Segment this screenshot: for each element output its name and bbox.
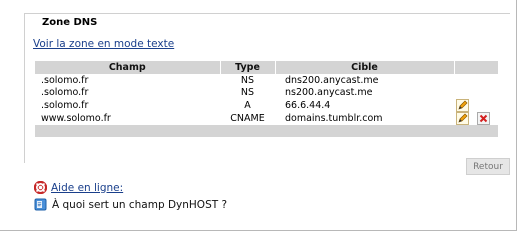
cell-type: NS (240, 87, 255, 99)
cell-champ: .solomo.fr (41, 74, 89, 86)
header-cible: Cible (275, 61, 455, 74)
dns-records-table: Champ Type Cible .solomo.fr NS dns200.an… (35, 61, 499, 137)
table-row: .solomo.fr A 66.6.44.4 (35, 99, 498, 112)
cell-type: NS (240, 74, 255, 86)
table-footer-row (35, 125, 498, 137)
pencil-icon[interactable] (456, 112, 469, 125)
info-book-icon (34, 198, 47, 211)
cell-actions (454, 87, 498, 100)
panel-title: Zone DNS (38, 17, 102, 28)
lifebuoy-icon (33, 180, 48, 195)
help-section: Aide en ligne: À quoi sert un champ DynH… (33, 179, 227, 213)
panel-left-border (24, 14, 25, 163)
frame-right-border (516, 0, 517, 230)
table-row: www.solomo.fr CNAME domains.tumblr.com (35, 112, 498, 125)
pencil-icon[interactable] (456, 99, 469, 112)
help-row-dynhost: À quoi sert un champ DynHOST ? (34, 196, 227, 213)
table-footer (35, 125, 498, 137)
retour-button[interactable]: Retour (466, 158, 510, 175)
delete-icon[interactable] (477, 112, 491, 125)
frame-bottom-border (0, 230, 517, 231)
cell-type: A (244, 100, 251, 111)
cell-champ: .solomo.fr (41, 87, 89, 99)
header-actions (454, 61, 499, 74)
cell-actions (454, 99, 498, 112)
cell-champ: .solomo.fr (41, 100, 89, 111)
help-row-aide: Aide en ligne: (33, 179, 227, 196)
cell-champ: www.solomo.fr (41, 113, 111, 124)
table-header-row: Champ Type Cible (35, 61, 499, 74)
cell-actions (454, 112, 498, 125)
cell-type: CNAME (230, 113, 265, 124)
cell-cible: dns200.anycast.me (285, 74, 379, 86)
table-row: .solomo.fr NS dns200.anycast.me (35, 74, 498, 87)
cell-cible: ns200.anycast.me (285, 87, 373, 99)
dynhost-question[interactable]: À quoi sert un champ DynHOST ? (52, 199, 227, 211)
cell-cible: 66.6.44.4 (285, 100, 331, 111)
aide-en-ligne-link[interactable]: Aide en ligne: (51, 182, 123, 194)
view-text-mode-link[interactable]: Voir la zone en mode texte (33, 38, 174, 50)
table-row: .solomo.fr NS ns200.anycast.me (35, 87, 498, 100)
header-champ: Champ (35, 61, 221, 74)
cell-actions (454, 74, 498, 87)
cell-cible: domains.tumblr.com (285, 113, 383, 124)
header-type: Type (220, 61, 276, 74)
